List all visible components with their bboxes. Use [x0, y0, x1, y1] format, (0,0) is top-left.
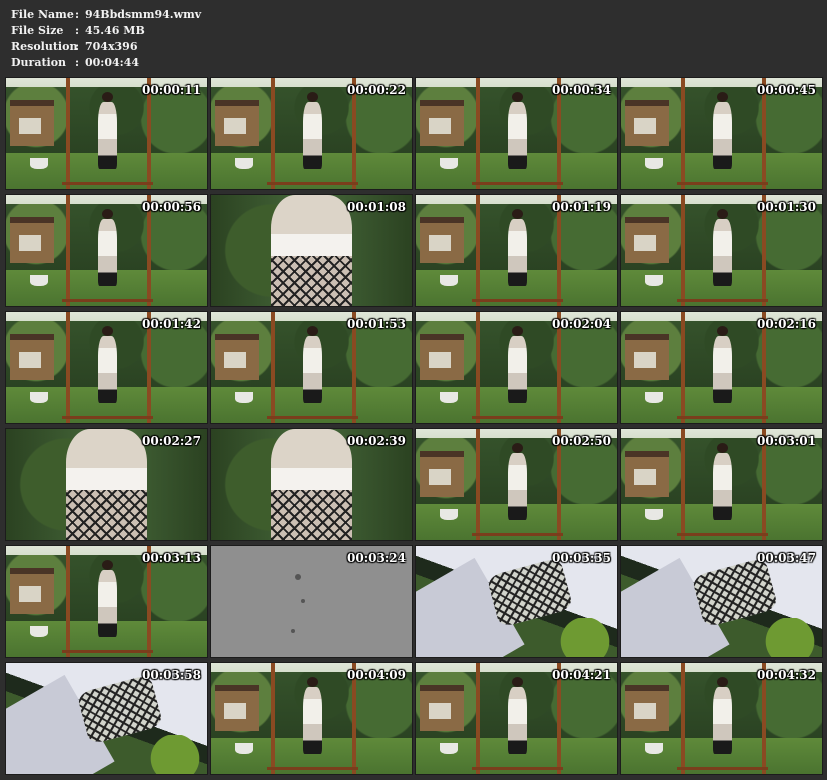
info-value: 94Bbdsmm94.wmv [85, 8, 202, 21]
thumbnail-timestamp: 00:02:27 [142, 434, 201, 448]
thumbnail-timestamp: 00:03:35 [552, 551, 611, 565]
video-thumbnail: 00:04:09 [211, 663, 412, 774]
info-key: File Name [11, 8, 74, 21]
thumbnail-timestamp: 00:01:53 [347, 317, 406, 331]
video-thumbnail: 00:02:50 [416, 429, 617, 540]
video-thumbnail: 00:01:42 [6, 312, 207, 423]
thumbnail-timestamp: 00:03:01 [757, 434, 816, 448]
video-thumbnail: 00:03:35 [416, 546, 617, 657]
video-thumbnail: 00:03:58 [6, 663, 207, 774]
thumbnail-timestamp: 00:01:08 [347, 200, 406, 214]
info-key: Resolution [11, 40, 78, 53]
video-thumbnail: 00:00:45 [621, 78, 822, 189]
video-thumbnail: 00:00:56 [6, 195, 207, 306]
video-thumbnail: 00:00:11 [6, 78, 207, 189]
thumbnail-timestamp: 00:01:19 [552, 200, 611, 214]
thumbnail-timestamp: 00:02:04 [552, 317, 611, 331]
info-value: 704x396 [85, 40, 138, 53]
thumbnail-timestamp: 00:03:24 [347, 551, 406, 565]
thumbnail-timestamp: 00:02:50 [552, 434, 611, 448]
info-colon: : [75, 8, 80, 21]
resolution-row: Resolution : 704x396 [11, 39, 201, 55]
video-thumbnail: 00:03:01 [621, 429, 822, 540]
info-colon: : [75, 40, 80, 53]
info-value: 45.46 MB [85, 24, 145, 37]
video-thumbnail: 00:02:04 [416, 312, 617, 423]
video-thumbnail: 00:04:32 [621, 663, 822, 774]
video-thumbnail: 00:02:39 [211, 429, 412, 540]
video-thumbnail: 00:02:16 [621, 312, 822, 423]
duration-row: Duration : 00:04:44 [11, 55, 201, 71]
thumbnail-timestamp: 00:02:39 [347, 434, 406, 448]
thumbnail-timestamp: 00:00:22 [347, 83, 406, 97]
thumbnail-timestamp: 00:03:58 [142, 668, 201, 682]
thumbnail-timestamp: 00:00:34 [552, 83, 611, 97]
info-key: Duration [11, 56, 67, 69]
info-colon: : [75, 24, 80, 37]
thumbnail-timestamp: 00:03:13 [142, 551, 201, 565]
file-name-row: File Name : 94Bbdsmm94.wmv [11, 7, 201, 23]
info-key: File Size [11, 24, 64, 37]
video-thumbnail: 00:04:21 [416, 663, 617, 774]
video-thumbnail: 00:01:30 [621, 195, 822, 306]
video-thumbnail: 00:00:34 [416, 78, 617, 189]
thumbnail-timestamp: 00:02:16 [757, 317, 816, 331]
video-thumbnail: 00:01:53 [211, 312, 412, 423]
thumbnail-timestamp: 00:00:11 [142, 83, 201, 97]
thumbnail-timestamp: 00:04:32 [757, 668, 816, 682]
thumbnail-timestamp: 00:04:21 [552, 668, 611, 682]
video-thumbnail: 00:03:47 [621, 546, 822, 657]
video-thumbnail: 00:03:13 [6, 546, 207, 657]
info-colon: : [75, 56, 80, 69]
video-thumbnail: 00:01:08 [211, 195, 412, 306]
thumbnail-timestamp: 00:01:42 [142, 317, 201, 331]
thumbnail-timestamp: 00:00:45 [757, 83, 816, 97]
thumbnail-timestamp: 00:01:30 [757, 200, 816, 214]
video-thumbnail: 00:00:22 [211, 78, 412, 189]
thumbnail-timestamp: 00:00:56 [142, 200, 201, 214]
thumbnail-grid: 00:00:11 00:00:22 00:00:34 00:00:45 00:00:56… [6, 78, 822, 774]
info-value: 00:04:44 [85, 56, 140, 69]
thumbnail-timestamp: 00:04:09 [347, 668, 406, 682]
file-size-row: File Size : 45.46 MB [11, 23, 201, 39]
file-info-panel: File Name : 94Bbdsmm94.wmv File Size : 4… [11, 7, 201, 71]
video-thumbnail: 00:01:19 [416, 195, 617, 306]
thumbnail-timestamp: 00:03:47 [757, 551, 816, 565]
video-thumbnail: 00:02:27 [6, 429, 207, 540]
video-thumbnail: 00:03:24 [211, 546, 412, 657]
